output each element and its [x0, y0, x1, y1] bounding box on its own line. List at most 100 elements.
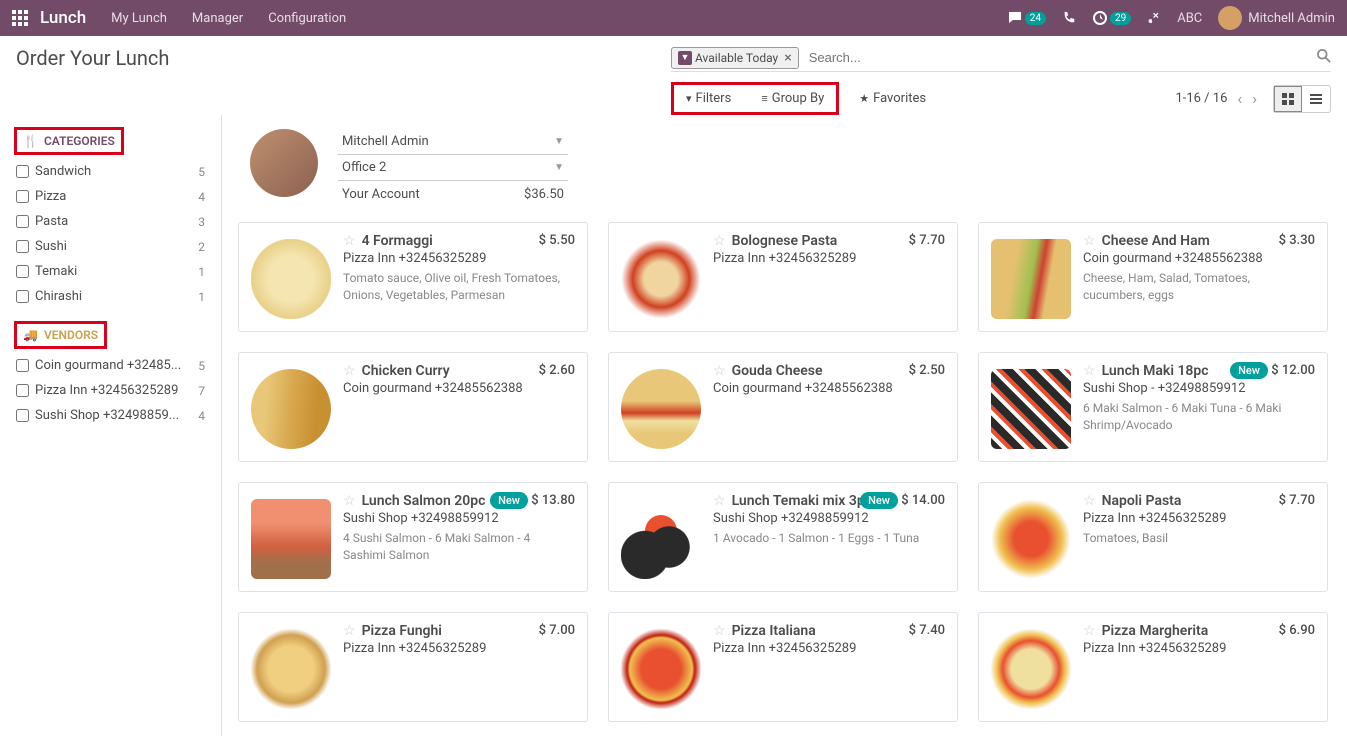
- product-image: [251, 629, 331, 709]
- sidebar-vendor-item[interactable]: Coin gourmand +32485...5: [14, 353, 207, 378]
- category-checkbox[interactable]: [16, 165, 29, 178]
- favorite-star-icon[interactable]: ☆: [713, 493, 726, 509]
- product-description: 1 Avocado - 1 Salmon - 1 Eggs - 1 Tuna: [713, 530, 945, 547]
- favorites-button[interactable]: ★Favorites: [849, 87, 936, 110]
- product-image: [991, 239, 1071, 319]
- vendor-checkbox[interactable]: [16, 359, 29, 372]
- product-price: $ 5.50: [539, 233, 575, 248]
- debug-icon[interactable]: [1147, 11, 1161, 25]
- list-view-button[interactable]: [1302, 86, 1330, 112]
- vendor-checkbox[interactable]: [16, 384, 29, 397]
- product-card[interactable]: $ 7.40 ☆ Pizza Italiana Pizza Inn +32456…: [608, 612, 958, 722]
- apps-icon[interactable]: [12, 10, 28, 26]
- vendor-count: 4: [198, 409, 205, 423]
- favorite-star-icon[interactable]: ☆: [343, 623, 356, 639]
- favorite-star-icon[interactable]: ☆: [1083, 363, 1096, 379]
- category-label: Sandwich: [35, 164, 91, 179]
- nav-configuration[interactable]: Configuration: [268, 11, 346, 26]
- search-bar[interactable]: ▼ Available Today ×: [671, 46, 1331, 72]
- navbar: Lunch My Lunch Manager Configuration 24 …: [0, 0, 1347, 36]
- product-card[interactable]: $ 7.70 ☆ Bolognese Pasta Pizza Inn +3245…: [608, 222, 958, 332]
- kanban-view-button[interactable]: [1274, 86, 1302, 112]
- sidebar-category-item[interactable]: Pasta3: [14, 209, 207, 234]
- category-count: 2: [198, 240, 205, 254]
- categories-header: 🍴 CATEGORIES: [17, 130, 121, 152]
- nav-my-lunch[interactable]: My Lunch: [111, 11, 167, 26]
- vendor-count: 7: [198, 384, 205, 398]
- category-checkbox[interactable]: [16, 190, 29, 203]
- favorite-star-icon[interactable]: ☆: [343, 493, 356, 509]
- product-card[interactable]: New $ 14.00 ☆ Lunch Temaki mix 3pc Sushi…: [608, 482, 958, 592]
- sidebar-category-item[interactable]: Chirashi1: [14, 284, 207, 309]
- favorite-star-icon[interactable]: ☆: [713, 363, 726, 379]
- phone-icon[interactable]: [1062, 11, 1076, 25]
- category-checkbox[interactable]: [16, 240, 29, 253]
- product-grid: $ 5.50 ☆ 4 Formaggi Pizza Inn +324563252…: [238, 222, 1331, 722]
- sidebar-category-item[interactable]: Sandwich 5: [14, 159, 207, 184]
- control-panel: Order Your Lunch ▼ Available Today × ▾Fi…: [0, 36, 1347, 115]
- product-price: $ 2.50: [909, 363, 945, 378]
- sidebar-category-item[interactable]: Pizza4: [14, 184, 207, 209]
- product-image: [251, 239, 331, 319]
- product-price: New $ 12.00: [1226, 363, 1315, 378]
- favorite-star-icon[interactable]: ☆: [713, 233, 726, 249]
- app-title[interactable]: Lunch: [40, 8, 86, 28]
- product-vendor: Sushi Shop +32498859912: [343, 511, 575, 526]
- favorite-star-icon[interactable]: ☆: [1083, 493, 1096, 509]
- page-title: Order Your Lunch: [16, 46, 169, 70]
- favorite-star-icon[interactable]: ☆: [343, 233, 356, 249]
- product-card[interactable]: $ 7.00 ☆ Pizza Funghi Pizza Inn +3245632…: [238, 612, 588, 722]
- product-card[interactable]: New $ 13.80 ☆ Lunch Salmon 20pc Sushi Sh…: [238, 482, 588, 592]
- groupby-button[interactable]: ≡Group By: [751, 87, 834, 110]
- sidebar-category-item[interactable]: Sushi2: [14, 234, 207, 259]
- chevron-down-icon: ▼: [554, 136, 564, 147]
- category-checkbox[interactable]: [16, 215, 29, 228]
- product-description: Cheese, Ham, Salad, Tomatoes, cucumbers,…: [1083, 270, 1315, 304]
- product-card[interactable]: $ 7.70 ☆ Napoli Pasta Pizza Inn +3245632…: [978, 482, 1328, 592]
- search-input[interactable]: [805, 46, 1317, 69]
- vendor-label: Coin gourmand +32485...: [35, 358, 181, 373]
- nav-manager[interactable]: Manager: [192, 11, 243, 26]
- category-label: Pizza: [35, 189, 66, 204]
- location-select[interactable]: Office 2▼: [338, 155, 568, 181]
- category-checkbox[interactable]: [16, 290, 29, 303]
- sidebar-vendor-item[interactable]: Sushi Shop +32498859...4: [14, 403, 207, 428]
- product-title: Pizza Funghi: [362, 623, 442, 639]
- activities-icon[interactable]: 29: [1092, 10, 1131, 26]
- activities-badge: 29: [1110, 12, 1131, 25]
- product-card[interactable]: New $ 12.00 ☆ Lunch Maki 18pc Sushi Shop…: [978, 352, 1328, 462]
- favorite-star-icon[interactable]: ☆: [1083, 233, 1096, 249]
- facet-remove-icon[interactable]: ×: [784, 50, 791, 66]
- highlighted-categories: 🍴 CATEGORIES: [14, 127, 124, 155]
- user-select[interactable]: Mitchell Admin▼: [338, 129, 568, 155]
- new-badge: New: [860, 492, 898, 509]
- favorite-star-icon[interactable]: ☆: [713, 623, 726, 639]
- filters-button[interactable]: ▾Filters: [676, 87, 741, 110]
- search-facet[interactable]: ▼ Available Today ×: [671, 47, 799, 69]
- vendors-icon: 🚚: [23, 328, 38, 342]
- company-switcher[interactable]: ABC: [1177, 11, 1202, 26]
- category-count: 5: [198, 165, 205, 179]
- pager-value[interactable]: 1-16 / 16: [1175, 91, 1227, 106]
- user-avatar: [250, 129, 318, 197]
- product-card[interactable]: $ 2.50 ☆ Gouda Cheese Coin gourmand +324…: [608, 352, 958, 462]
- product-card[interactable]: $ 2.60 ☆ Chicken Curry Coin gourmand +32…: [238, 352, 588, 462]
- product-card[interactable]: $ 5.50 ☆ 4 Formaggi Pizza Inn +324563252…: [238, 222, 588, 332]
- messaging-icon[interactable]: 24: [1007, 10, 1046, 26]
- product-title: 4 Formaggi: [362, 233, 433, 249]
- vendor-checkbox[interactable]: [16, 409, 29, 422]
- category-count: 3: [198, 215, 205, 229]
- product-vendor: Pizza Inn +32456325289: [343, 251, 575, 266]
- pager-prev[interactable]: ‹: [1237, 89, 1242, 108]
- search-icon[interactable]: [1317, 49, 1331, 67]
- category-checkbox[interactable]: [16, 265, 29, 278]
- favorite-star-icon[interactable]: ☆: [1083, 623, 1096, 639]
- user-menu[interactable]: Mitchell Admin: [1218, 6, 1335, 30]
- sidebar-category-item[interactable]: Temaki1: [14, 259, 207, 284]
- pager-next[interactable]: ›: [1252, 89, 1257, 108]
- favorite-star-icon[interactable]: ☆: [343, 363, 356, 379]
- product-vendor: Pizza Inn +32456325289: [713, 251, 945, 266]
- product-card[interactable]: $ 6.90 ☆ Pizza Margherita Pizza Inn +324…: [978, 612, 1328, 722]
- sidebar-vendor-item[interactable]: Pizza Inn +324563252897: [14, 378, 207, 403]
- product-card[interactable]: $ 3.30 ☆ Cheese And Ham Coin gourmand +3…: [978, 222, 1328, 332]
